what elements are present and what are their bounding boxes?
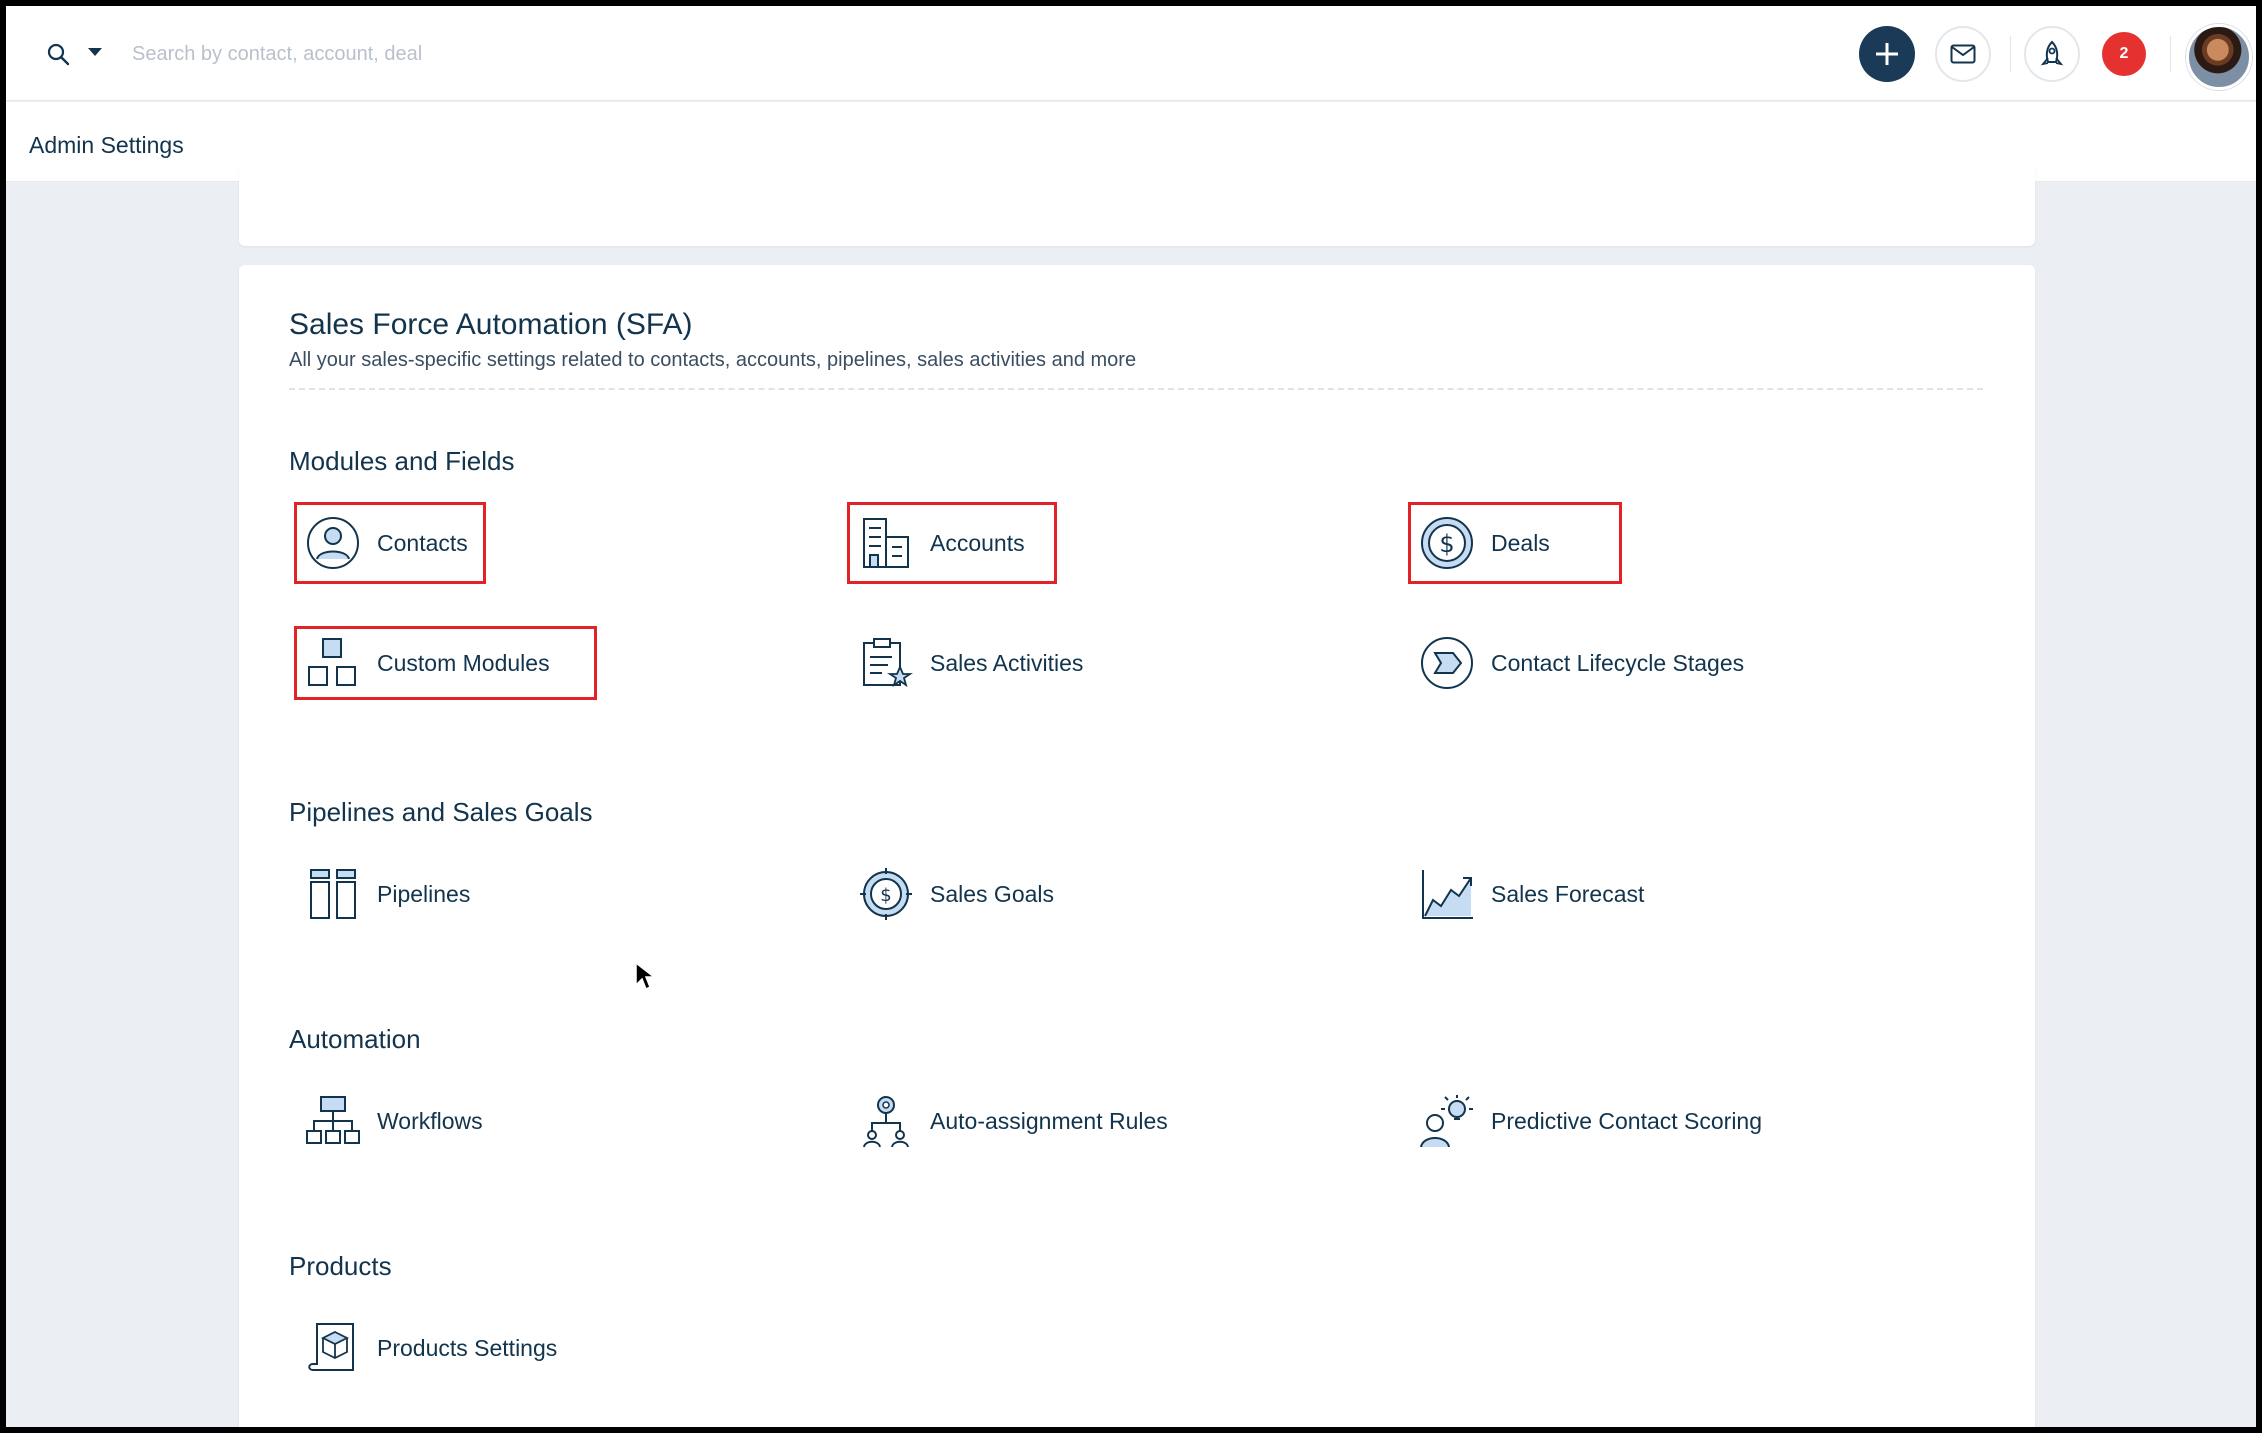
item-label: Custom Modules [377,650,550,677]
chevron-circle-icon [1417,633,1477,693]
previous-section-card [239,166,2035,246]
item-label: Predictive Contact Scoring [1491,1108,1762,1135]
item-label: Products Settings [377,1335,557,1362]
pipeline-icon [303,864,363,924]
search-scope-caret-icon[interactable] [88,48,102,56]
top-bar: 2 [6,6,2256,101]
workflows-item[interactable]: Workflows [297,1080,597,1162]
mouse-cursor-icon [634,961,658,993]
workflow-icon [303,1091,363,1151]
item-label: Workflows [377,1108,483,1135]
custom-modules-item[interactable]: Custom Modules [294,626,597,700]
predictive-icon [1417,1091,1477,1151]
item-label: Deals [1491,530,1550,557]
rocket-button[interactable] [2024,26,2080,82]
accounts-item[interactable]: Accounts [847,502,1057,584]
item-label: Pipelines [377,881,470,908]
item-label: Auto-assignment Rules [930,1108,1168,1135]
sfa-card: Sales Force Automation (SFA) All your sa… [239,265,2035,1427]
deals-item[interactable]: $ Deals [1408,502,1622,584]
svg-text:$: $ [1439,530,1454,558]
products-settings-item[interactable]: Products Settings [297,1307,617,1389]
group-title-pipelines-and-sales-goals: Pipelines and Sales Goals [289,797,593,828]
predictive-contact-scoring-item[interactable]: Predictive Contact Scoring [1411,1080,1831,1162]
add-button[interactable] [1859,26,1915,82]
avatar[interactable] [2186,24,2252,90]
clipboard-star-icon [856,633,916,693]
search-icon[interactable] [46,42,72,68]
group-title-automation: Automation [289,1024,421,1055]
contact-icon [303,513,363,573]
section-description: All your sales-specific settings related… [289,349,1136,372]
sales-goals-item[interactable]: $ Sales Goals [850,853,1150,935]
item-label: Sales Forecast [1491,881,1644,908]
item-label: Sales Activities [930,650,1083,677]
pipelines-item[interactable]: Pipelines [297,853,597,935]
sales-forecast-item[interactable]: Sales Forecast [1411,853,1731,935]
item-label: Contact Lifecycle Stages [1491,650,1744,677]
app-window: 2 Admin Settings Sales Force Automation … [6,6,2256,1427]
group-title-products: Products [289,1251,392,1282]
section-divider [289,388,1983,390]
sales-activities-item[interactable]: Sales Activities [850,626,1170,700]
product-box-icon [303,1318,363,1378]
auto-assign-icon [856,1091,916,1151]
blocks-icon [303,633,363,693]
building-icon [856,513,916,573]
plus-icon [1872,39,1902,69]
mail-icon [1950,44,1976,64]
contact-lifecycle-stages-item[interactable]: Contact Lifecycle Stages [1411,626,1851,700]
contacts-item[interactable]: Contacts [294,502,486,584]
item-label: Accounts [930,530,1025,557]
item-label: Sales Goals [930,881,1054,908]
auto-assignment-rules-item[interactable]: Auto-assignment Rules [850,1080,1210,1162]
toolbar-divider [2170,36,2171,72]
page-title: Admin Settings [29,132,184,159]
dollar-icon: $ [1417,513,1477,573]
item-label: Contacts [377,530,468,557]
rocket-icon [2040,40,2064,68]
mail-button[interactable] [1935,26,1991,82]
svg-text:$: $ [880,885,891,906]
section-title: Sales Force Automation (SFA) [289,308,693,342]
target-dollar-icon: $ [856,864,916,924]
chart-icon [1417,864,1477,924]
search-input[interactable] [132,32,1032,76]
notification-badge[interactable]: 2 [2102,32,2146,76]
group-title-modules-and-fields: Modules and Fields [289,446,514,477]
toolbar-divider [2010,36,2011,72]
